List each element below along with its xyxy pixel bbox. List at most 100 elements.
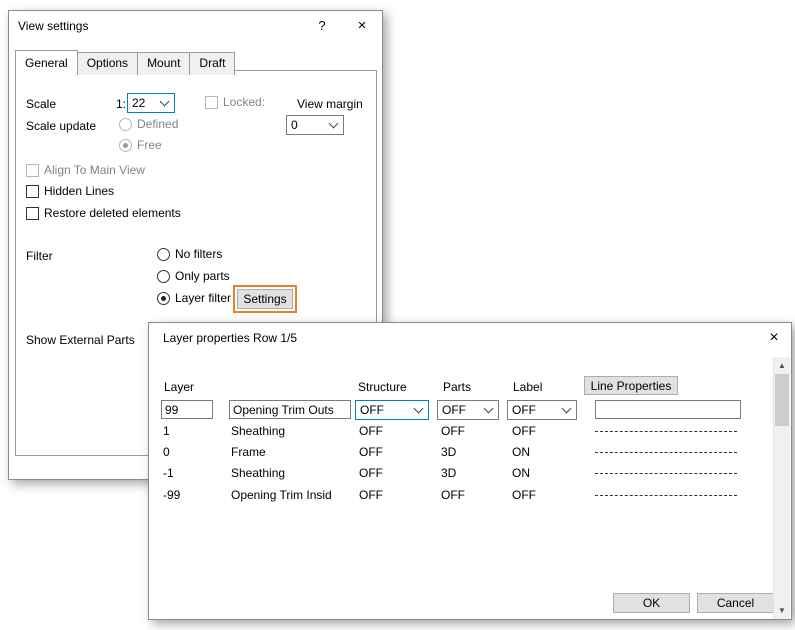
row1-layer-input[interactable]	[161, 400, 213, 419]
tab-general[interactable]: General	[15, 50, 78, 75]
chevron-down-icon	[484, 404, 494, 414]
scrollbar-thumb[interactable]	[775, 374, 789, 426]
row1-label-value: OFF	[512, 403, 536, 417]
locked-checkbox-box	[205, 96, 218, 109]
cancel-button[interactable]: Cancel	[697, 593, 774, 613]
filter-label: Filter	[26, 249, 53, 263]
restore-deleted-checkbox[interactable]: Restore deleted elements	[26, 206, 181, 220]
dialog-title: Layer properties Row 1/5	[163, 331, 297, 345]
tab-options[interactable]: Options	[77, 52, 138, 75]
row5-structure: OFF	[359, 488, 383, 502]
tab-mount[interactable]: Mount	[137, 52, 190, 75]
locked-label: Locked:	[223, 95, 265, 109]
row1-line-input[interactable]	[595, 400, 741, 419]
row1-parts-combobox[interactable]: OFF	[437, 400, 499, 420]
line-properties-button[interactable]: Line Properties	[584, 376, 678, 395]
no-filters-radio[interactable]: No filters	[157, 247, 222, 261]
row2-parts: OFF	[441, 424, 465, 438]
view-margin-label: View margin	[297, 97, 363, 111]
row5-parts: OFF	[441, 488, 465, 502]
hidden-lines-checkbox-box	[26, 185, 39, 198]
no-filters-label: No filters	[175, 247, 222, 261]
defined-radio[interactable]: Defined	[119, 117, 178, 131]
row1-structure-combobox[interactable]: OFF	[355, 400, 429, 420]
row3-layer: 0	[163, 445, 170, 459]
layer-filter-label: Layer filter	[175, 291, 231, 305]
tab-draft[interactable]: Draft	[189, 52, 235, 75]
row2-line-style-preview	[595, 431, 737, 432]
scale-update-label: Scale update	[26, 119, 96, 133]
hidden-lines-label: Hidden Lines	[44, 184, 114, 198]
free-radio[interactable]: Free	[119, 138, 162, 152]
row3-name: Frame	[231, 445, 266, 459]
row4-parts: 3D	[441, 466, 456, 480]
row1-parts-value: OFF	[442, 403, 466, 417]
close-icon[interactable]: ×	[757, 323, 791, 352]
chevron-down-icon	[562, 404, 572, 414]
dialog-title: View settings	[18, 19, 88, 33]
view-margin-combobox[interactable]: 0	[286, 115, 344, 135]
row4-name: Sheathing	[231, 466, 285, 480]
close-icon[interactable]: ×	[342, 11, 382, 40]
row2-structure: OFF	[359, 424, 383, 438]
help-icon[interactable]: ?	[302, 11, 342, 40]
row3-parts: 3D	[441, 445, 456, 459]
view-margin-value: 0	[291, 118, 298, 132]
tabstrip: General Options Mount Draft	[15, 52, 234, 75]
vertical-scrollbar[interactable]: ▲ ▼	[773, 357, 790, 619]
layer-properties-titlebar[interactable]: Layer properties Row 1/5 ×	[149, 323, 791, 352]
row4-label: ON	[512, 466, 530, 480]
free-label: Free	[137, 138, 162, 152]
free-radio-circle	[119, 139, 132, 152]
row3-line-style-preview	[595, 452, 737, 453]
header-layer: Layer	[164, 380, 194, 394]
header-parts: Parts	[443, 380, 471, 394]
scale-prefix-label: 1:	[116, 97, 126, 111]
only-parts-radio-circle	[157, 270, 170, 283]
row3-structure: OFF	[359, 445, 383, 459]
row4-layer: -1	[163, 466, 174, 480]
restore-checkbox-box	[26, 207, 39, 220]
align-to-main-view-checkbox[interactable]: Align To Main View	[26, 163, 145, 177]
row5-layer: -99	[163, 488, 180, 502]
row2-label: OFF	[512, 424, 536, 438]
scale-combobox[interactable]: 22	[127, 93, 175, 113]
row3-label: ON	[512, 445, 530, 459]
settings-highlight: Settings	[233, 285, 297, 313]
locked-checkbox[interactable]: Locked:	[205, 95, 265, 109]
show-external-parts-label: Show External Parts	[26, 333, 135, 347]
layer-filter-radio[interactable]: Layer filter	[157, 291, 231, 305]
align-checkbox-box	[26, 164, 39, 177]
chevron-down-icon	[329, 119, 339, 129]
scroll-down-icon[interactable]: ▼	[774, 602, 790, 619]
row2-layer: 1	[163, 424, 170, 438]
layer-filter-radio-circle	[157, 292, 170, 305]
row1-label-combobox[interactable]: OFF	[507, 400, 577, 420]
no-filters-radio-circle	[157, 248, 170, 261]
settings-button[interactable]: Settings	[237, 289, 293, 309]
layer-properties-dialog: Layer properties Row 1/5 × Layer Structu…	[148, 322, 792, 620]
row5-label: OFF	[512, 488, 536, 502]
row1-name-input[interactable]	[229, 400, 351, 419]
align-label: Align To Main View	[44, 163, 145, 177]
hidden-lines-checkbox[interactable]: Hidden Lines	[26, 184, 114, 198]
defined-label: Defined	[137, 117, 178, 131]
header-label: Label	[513, 380, 542, 394]
scale-label: Scale	[26, 97, 56, 111]
ok-button[interactable]: OK	[613, 593, 690, 613]
row4-structure: OFF	[359, 466, 383, 480]
only-parts-label: Only parts	[175, 269, 230, 283]
view-settings-titlebar[interactable]: View settings ? ×	[9, 11, 382, 40]
row5-line-style-preview	[595, 495, 737, 496]
scrollbar-track[interactable]	[774, 374, 790, 602]
chevron-down-icon	[414, 404, 424, 414]
row1-structure-value: OFF	[360, 403, 384, 417]
row5-name: Opening Trim Insid	[231, 488, 332, 502]
chevron-down-icon	[160, 97, 170, 107]
header-structure: Structure	[358, 380, 407, 394]
scroll-up-icon[interactable]: ▲	[774, 357, 790, 374]
row2-name: Sheathing	[231, 424, 285, 438]
restore-label: Restore deleted elements	[44, 206, 181, 220]
only-parts-radio[interactable]: Only parts	[157, 269, 230, 283]
scale-value: 22	[132, 96, 145, 110]
